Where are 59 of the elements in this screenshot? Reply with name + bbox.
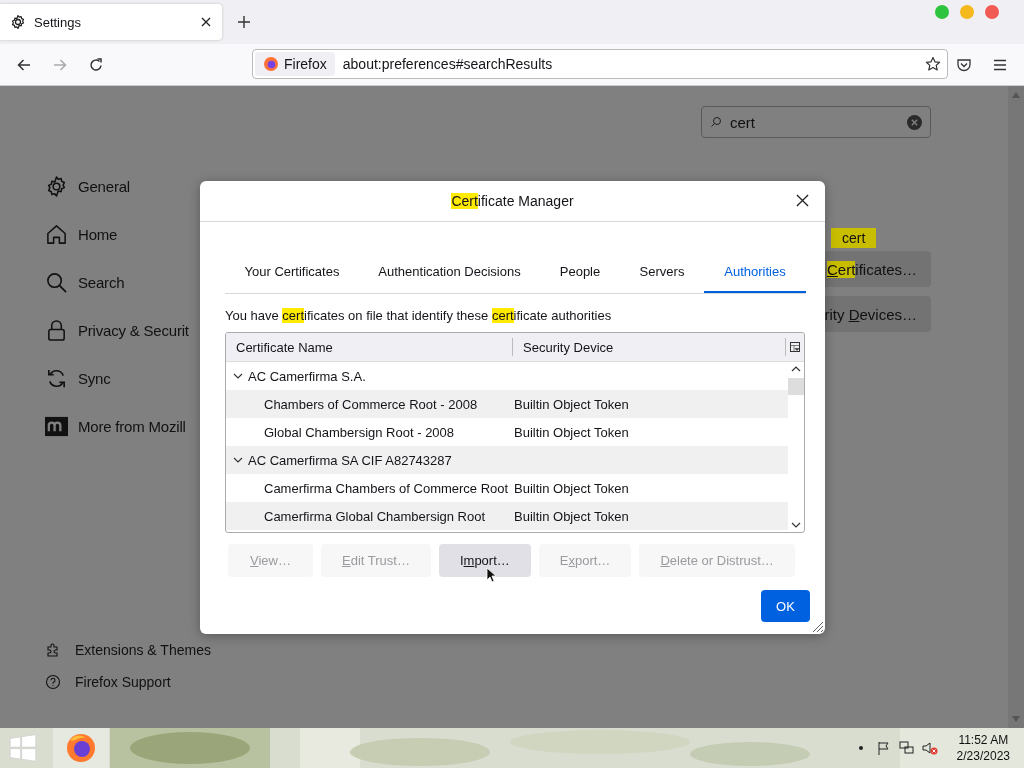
column-header[interactable]: Security Device (513, 338, 786, 356)
group-name: AC Camerfirma S.A. (248, 368, 366, 384)
table-cell[interactable]: Builtin Object Token (514, 480, 629, 496)
column-header[interactable]: Certificate Name (226, 338, 513, 356)
help-icon (45, 674, 61, 690)
dialog-tab[interactable]: Authorities (704, 254, 806, 293)
clear-icon[interactable] (907, 114, 922, 130)
url-bar[interactable]: Firefox about:preferences#searchResults (252, 49, 948, 79)
ok-button[interactable]: OK (761, 590, 810, 622)
mouse-pointer-icon (486, 567, 496, 583)
table-cell[interactable]: Camerfirma Chambers of Commerce Root (226, 480, 514, 496)
m-logo-icon (45, 414, 68, 438)
clock-time[interactable]: 11:52 AM (958, 732, 1009, 748)
identity-chip[interactable]: Firefox (255, 52, 335, 76)
search-icon (710, 116, 722, 128)
flag-icon[interactable] (875, 740, 892, 756)
windows-start-icon[interactable] (9, 734, 37, 762)
table-cell[interactable]: Builtin Object Token (514, 424, 629, 440)
speaker-muted-icon[interactable] (921, 740, 938, 756)
dialog-tab[interactable]: Authentication Decisions (359, 254, 540, 293)
table-cell[interactable]: Builtin Object Token (514, 396, 629, 412)
scroll-up-icon[interactable] (791, 366, 801, 372)
sidebar-link[interactable]: Extensions & Themes (45, 642, 260, 658)
firefox-logo-icon (66, 733, 96, 763)
browser-tab[interactable]: Settings (0, 4, 222, 40)
taskbar-button[interactable] (53, 728, 109, 768)
pocket-icon[interactable] (956, 56, 972, 73)
tree-group[interactable]: AC Camerfirma S.A. (226, 368, 366, 384)
scroll-thumb[interactable] (788, 378, 804, 395)
dialog-tab[interactable]: Servers (620, 254, 704, 293)
resize-grip-icon[interactable] (812, 621, 824, 633)
table-cell[interactable]: Builtin Object Token (514, 508, 629, 524)
scroll-down-icon[interactable] (791, 522, 801, 528)
url-text: about:preferences#searchResults (342, 56, 554, 72)
close-icon[interactable] (200, 16, 212, 28)
chevron-icon[interactable] (233, 457, 243, 463)
search-field[interactable]: cert (701, 106, 931, 138)
sidebar-item[interactable]: General (45, 162, 260, 210)
puzzle-icon (45, 642, 61, 658)
tab-title: Settings (34, 14, 82, 30)
close-icon[interactable] (796, 194, 809, 207)
search-tooltip: cert (831, 228, 877, 248)
dialog-button[interactable]: Import… (438, 544, 531, 577)
reload-icon[interactable] (88, 56, 104, 73)
lock-icon (45, 318, 68, 342)
table-cell[interactable]: Camerfirma Global Chambersign Root (226, 508, 514, 524)
firefox-logo-icon (263, 56, 279, 72)
chevron-icon[interactable] (233, 373, 243, 379)
sidebar-link[interactable]: Firefox Support (45, 674, 260, 690)
column-picker-icon[interactable] (790, 342, 800, 352)
home-icon (45, 222, 68, 246)
dialog-tab[interactable]: People (540, 254, 620, 293)
star-icon[interactable] (925, 56, 941, 72)
plus-icon[interactable] (237, 15, 251, 29)
gear-icon (10, 14, 26, 30)
gear-icon (45, 174, 68, 198)
network-icon[interactable] (898, 740, 915, 756)
search-icon (45, 270, 68, 294)
clock-date[interactable]: 2/23/2023 (956, 748, 1010, 764)
